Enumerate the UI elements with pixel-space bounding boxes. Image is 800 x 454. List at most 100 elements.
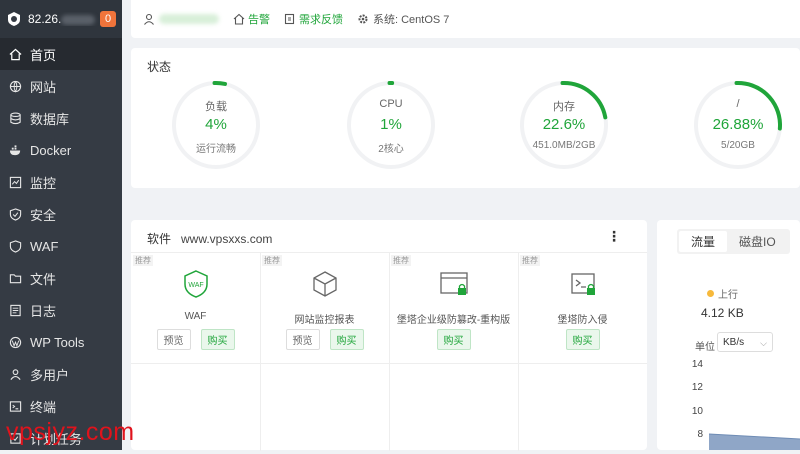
sidebar-item[interactable]: WAF [0, 230, 122, 262]
preview-button[interactable]: 预览 [285, 329, 320, 350]
gauge[interactable]: / 26.88% 5/20GB [693, 80, 783, 170]
gauge-detail: 5/20GB [721, 140, 755, 151]
sidebar-item[interactable]: 首页 [0, 38, 122, 70]
sidebar-item[interactable]: 文件 [0, 262, 122, 294]
sidebar-item[interactable]: 安全 [0, 198, 122, 230]
sidebar-item-label: 监控 [30, 175, 57, 191]
software-card-monitor[interactable]: 推荐 网站监控报表 预览 购买 [260, 253, 390, 364]
gauge-detail: 451.0MB/2GB [532, 140, 596, 151]
software-empty-cell [260, 363, 390, 451]
gauge-detail: 运行流畅 [196, 144, 236, 155]
globe-icon [9, 80, 22, 93]
gauge[interactable]: 负载 4% 运行流畅 [171, 80, 261, 170]
software-name: 堡塔防入侵 [557, 315, 608, 326]
buy-button[interactable]: 购买 [565, 329, 600, 350]
waf-shield-icon [9, 239, 22, 253]
unit-select[interactable]: KB/s ⌵ [717, 332, 773, 352]
preview-button[interactable]: 预览 [156, 329, 191, 350]
bell-house-icon [233, 13, 245, 25]
gauge-label: 负载 [205, 101, 227, 113]
sidebar-item-label: 网站 [30, 79, 57, 95]
sidebar-item[interactable]: WP Tools [0, 326, 122, 358]
database-icon [10, 112, 21, 124]
sidebar-item-label: Docker [30, 142, 72, 158]
folder-icon [9, 273, 22, 283]
sidebar-item[interactable]: 数据库 [0, 102, 122, 134]
gauge-value: 1% [380, 116, 402, 133]
feedback-link[interactable]: 需求反馈 [284, 11, 343, 27]
traffic-area [709, 433, 800, 450]
notification-badge[interactable]: 0 [100, 11, 116, 27]
logo-icon [8, 12, 20, 26]
top-bar: 告警 需求反馈 系统: CentOS 7 [131, 0, 800, 38]
gauge-value: 26.88% [712, 116, 764, 133]
gauge-label: / [736, 98, 740, 110]
server-ip: 82.26. [28, 12, 100, 26]
wordpress-icon [9, 336, 22, 348]
upload-label: 上行 [718, 290, 738, 301]
software-name: WAF [184, 311, 207, 322]
gauge[interactable]: CPU 1% 2核心 [346, 80, 436, 170]
recommend-tag: 推荐 [391, 255, 411, 266]
software-empty-cell [131, 363, 261, 451]
traffic-panel: 流量 磁盘IO 上行 4.12 KB 单位 KB/s ⌵ 14 12 10 8 [657, 220, 800, 450]
buy-button[interactable]: 购买 [436, 329, 471, 350]
log-icon [10, 304, 21, 316]
software-title: 软件 [147, 232, 172, 246]
recommend-tag: 推荐 [133, 255, 153, 266]
upload-value: 4.12 KB [701, 306, 744, 320]
waf-icon: WAF [184, 270, 208, 298]
recommend-tag: 推荐 [520, 255, 540, 266]
buy-button[interactable]: 购买 [200, 329, 235, 350]
status-panel: 状态 负载 4% 运行流畅 CPU 1% 2核心 内存 22.6% 451.0MB/2GB / 26… [131, 48, 800, 188]
sidebar-item[interactable]: Docker [0, 134, 122, 166]
sidebar-item[interactable]: 监控 [0, 166, 122, 198]
sidebar-item-label: 日志 [30, 303, 57, 319]
user-icon [144, 13, 154, 25]
software-grid: 推荐 WAF WAF 预览 购买 推荐 网站监控报表 预览 购买 推荐 堡塔企业… [131, 252, 647, 451]
user-info[interactable] [143, 13, 219, 25]
software-card-waf[interactable]: 推荐 WAF WAF 预览 购买 [131, 253, 261, 364]
docker-icon [9, 144, 21, 155]
terminal-lock-icon [571, 273, 595, 295]
sidebar-item[interactable]: 日志 [0, 294, 122, 326]
system-info: 系统: CentOS 7 [357, 11, 449, 27]
alert-link[interactable]: 告警 [233, 11, 270, 27]
tab-traffic[interactable]: 流量 [679, 231, 728, 252]
tab-disk-io[interactable]: 磁盘IO [727, 231, 788, 252]
more-menu-icon[interactable]: ⋮ [607, 228, 621, 245]
software-card-intrusion[interactable]: 推荐 堡塔防入侵 购买 [518, 253, 647, 364]
sidebar-item-label: 安全 [30, 207, 57, 223]
gear-icon [358, 14, 368, 24]
cube-icon [313, 271, 337, 297]
watermark: vpsjyz.com [6, 418, 135, 446]
gauge[interactable]: 内存 22.6% 451.0MB/2GB [519, 80, 609, 170]
sidebar-item-label: WP Tools [30, 334, 85, 350]
svg-text:WAF: WAF [188, 282, 203, 289]
sidebar: 82.26. 0 首页网站数据库 Docker 监控安全 WAF 文件日志 WP Tool… [0, 0, 122, 450]
gauge-label: 内存 [553, 101, 575, 113]
chevron-down-icon: ⌵ [760, 338, 767, 348]
sidebar-item-label: 首页 [30, 47, 57, 63]
sidebar-item-label: 多用户 [30, 367, 70, 383]
upload-legend: 上行 [707, 286, 738, 301]
unit-label: 单位 [695, 342, 715, 353]
software-card-tamper[interactable]: 推荐 堡塔企业级防篡改-重构版 购买 [389, 253, 519, 364]
buy-button[interactable]: 购买 [329, 329, 364, 350]
monitor-icon [9, 176, 22, 188]
software-empty-cell [518, 363, 647, 451]
sidebar-item[interactable]: 多用户 [0, 358, 122, 390]
site-watermark-text: www.vpsxxs.com [181, 231, 273, 246]
traffic-tabs: 流量 磁盘IO [677, 229, 790, 254]
sidebar-item-label: 文件 [30, 271, 57, 287]
sidebar-item[interactable]: 网站 [0, 70, 122, 102]
y-tick: 12 [691, 382, 703, 393]
status-title: 状态 [147, 60, 172, 74]
software-empty-cell [389, 363, 519, 451]
y-tick: 8 [697, 429, 703, 440]
y-tick: 14 [691, 359, 703, 370]
sidebar-item-label: 终端 [30, 399, 57, 415]
upload-dot [707, 290, 714, 297]
gauge-value: 22.6% [542, 116, 586, 133]
gauge-value: 4% [205, 116, 227, 133]
